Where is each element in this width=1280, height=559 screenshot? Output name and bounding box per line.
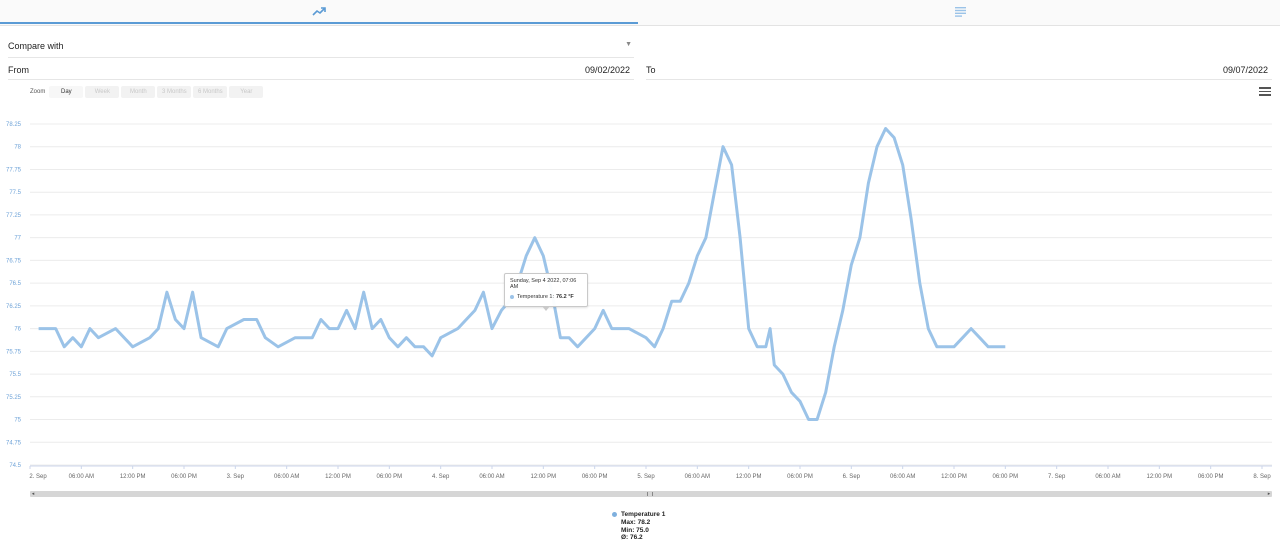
tooltip-arrow bbox=[542, 306, 550, 311]
legend-series-dot bbox=[612, 512, 617, 517]
from-date-value: 09/02/2022 bbox=[584, 65, 630, 75]
zoom-month-button[interactable]: Month bbox=[121, 85, 156, 98]
x-tick-label: 06:00 PM bbox=[582, 474, 608, 480]
list-icon bbox=[954, 7, 966, 17]
y-tick-label: 75.5 bbox=[9, 372, 21, 378]
trend-chart-icon bbox=[312, 7, 326, 16]
to-label: To bbox=[646, 65, 656, 75]
x-tick-label: 06:00 AM bbox=[890, 474, 915, 480]
legend-series-name: Temperature 1 bbox=[621, 511, 666, 518]
from-date-field[interactable]: From 09/02/2022 bbox=[8, 60, 634, 80]
zoom-3-months-button[interactable]: 3 Months bbox=[157, 85, 192, 98]
legend-max: Max: 78.2 bbox=[621, 519, 651, 526]
view-tabs bbox=[0, 0, 1280, 26]
caret-down-icon: ▼ bbox=[625, 41, 632, 48]
zoom-6-months-button[interactable]: 6 Months bbox=[193, 85, 228, 98]
x-tick-label: 12:00 PM bbox=[736, 474, 762, 480]
y-tick-label: 76.5 bbox=[9, 281, 21, 287]
temperature-chart: 78.25 78 77.75 77.5 77.25 77 76.75 76.5 76.25 76 7… bbox=[6, 122, 1272, 480]
chart-menu-icon[interactable] bbox=[1259, 87, 1271, 96]
zoom-year-button[interactable]: Year bbox=[229, 85, 264, 98]
x-tick-label: 7. Sep bbox=[1048, 474, 1066, 480]
x-tick-label: 06:00 PM bbox=[787, 474, 813, 480]
x-tick-label: 06:00 PM bbox=[992, 474, 1018, 480]
x-tick-label: 12:00 PM bbox=[941, 474, 967, 480]
x-tick-label: 12:00 PM bbox=[120, 474, 146, 480]
y-tick-label: 75.25 bbox=[6, 395, 22, 401]
y-tick-label: 78.25 bbox=[6, 122, 22, 128]
tooltip-series-dot bbox=[510, 295, 514, 299]
x-tick-label: 12:00 PM bbox=[1146, 474, 1172, 480]
y-tick-label: 76 bbox=[14, 327, 21, 333]
legend-min: Min: 75.0 bbox=[621, 526, 649, 534]
x-tick-label: 12:00 PM bbox=[530, 474, 556, 480]
y-tick-label: 74.5 bbox=[9, 463, 21, 469]
x-tick-label: 06:00 AM bbox=[274, 474, 299, 480]
x-tick-label: 06:00 AM bbox=[69, 474, 94, 480]
x-tick-label: 06:00 AM bbox=[685, 474, 710, 480]
y-tick-label: 76.25 bbox=[6, 304, 22, 310]
x-tick-label: 12:00 PM bbox=[325, 474, 351, 480]
scroll-grip-handle[interactable] bbox=[647, 492, 653, 496]
tab-list[interactable] bbox=[640, 0, 1280, 24]
chart-tooltip: Sunday, Sep 4 2022, 07:06 AM Temperature… bbox=[504, 273, 588, 307]
y-tick-label: 77.25 bbox=[6, 213, 22, 219]
x-tick-label: 06:00 PM bbox=[171, 474, 197, 480]
x-tick-label: 4. Sep bbox=[432, 474, 450, 480]
y-tick-label: 75 bbox=[14, 418, 21, 424]
x-tick-label: 8. Sep bbox=[1253, 474, 1271, 480]
x-tick-label: 2. Sep bbox=[29, 474, 47, 480]
y-tick-label: 77.5 bbox=[9, 190, 21, 196]
zoom-week-button[interactable]: Week bbox=[85, 85, 120, 98]
tooltip-value: 76.2 °F bbox=[556, 294, 574, 300]
x-tick-label: 06:00 AM bbox=[479, 474, 504, 480]
x-tick-label: 3. Sep bbox=[227, 474, 245, 480]
compare-with-label: Compare with bbox=[8, 41, 64, 51]
scroll-left-arrow-icon[interactable]: ◂ bbox=[30, 491, 36, 497]
y-tick-label: 75.75 bbox=[6, 349, 22, 355]
compare-with-select[interactable]: Compare with ▼ bbox=[8, 36, 634, 58]
y-tick-label: 77 bbox=[14, 236, 21, 242]
x-tick-label: 6. Sep bbox=[843, 474, 861, 480]
x-tick-label: 5. Sep bbox=[637, 474, 655, 480]
y-tick-label: 76.75 bbox=[6, 258, 22, 264]
x-tick-label: 06:00 AM bbox=[1095, 474, 1120, 480]
from-label: From bbox=[8, 65, 29, 75]
tooltip-date: Sunday, Sep 4 2022, 07:06 AM bbox=[510, 278, 577, 290]
zoom-label: Zoom bbox=[30, 88, 46, 95]
tooltip-series-name: Temperature 1 bbox=[517, 294, 553, 300]
tab-chart[interactable] bbox=[0, 0, 638, 24]
legend-avg: Ø: 76.2 bbox=[621, 534, 643, 541]
zoom-bar: Zoom Day Week Month 3 Months 6 Months Ye… bbox=[30, 85, 265, 98]
scroll-right-arrow-icon[interactable]: ▸ bbox=[1266, 491, 1272, 497]
range-scrollbar[interactable]: ◂ ▸ bbox=[30, 491, 1272, 497]
y-tick-label: 74.75 bbox=[6, 440, 22, 446]
y-tick-label: 78 bbox=[14, 145, 21, 151]
to-date-field[interactable]: To 09/07/2022 bbox=[646, 60, 1272, 80]
to-date-value: 09/07/2022 bbox=[1222, 65, 1268, 75]
zoom-day-button[interactable]: Day bbox=[49, 85, 84, 98]
y-tick-label: 77.75 bbox=[6, 167, 22, 173]
x-tick-label: 06:00 PM bbox=[1198, 474, 1224, 480]
x-tick-label: 06:00 PM bbox=[376, 474, 402, 480]
